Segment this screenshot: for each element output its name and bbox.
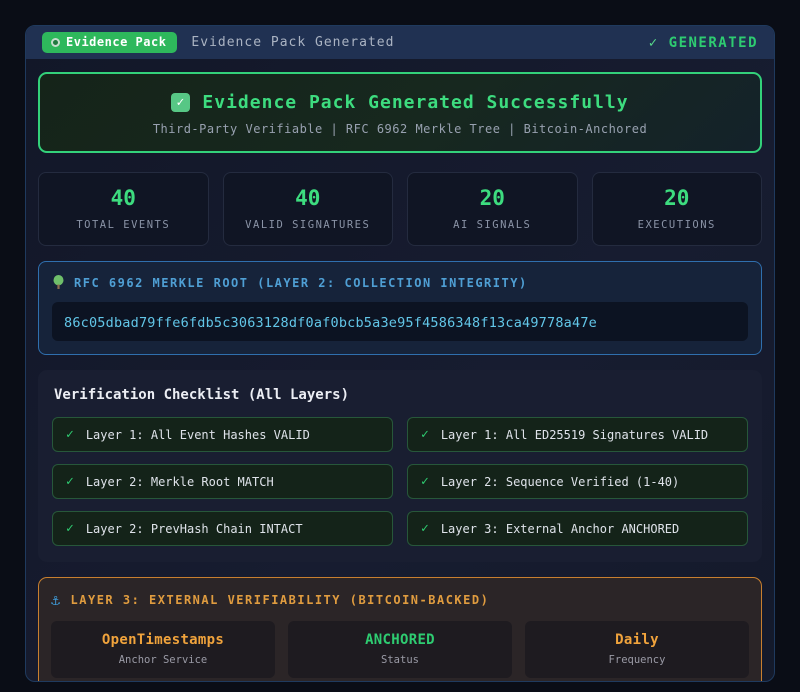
checklist-item-label: Layer 2: Sequence Verified (1-40) [441,475,679,489]
success-banner-title: ✓ Evidence Pack Generated Successfully [171,92,628,113]
success-title-text: Evidence Pack Generated Successfully [202,92,628,113]
success-banner: ✓ Evidence Pack Generated Successfully T… [38,72,762,153]
anchor-frequency-label: Frequency [531,654,743,666]
stat-label: AI SIGNALS [414,219,571,231]
evidence-pack-badge: Evidence Pack [42,32,177,53]
checkbox-check-icon: ✓ [171,93,190,112]
stat-value: 20 [414,186,571,210]
check-icon: ✓ [421,427,429,442]
check-icon: ✓ [421,474,429,489]
anchor-service-card: OpenTimestamps Anchor Service [51,621,275,678]
layer3-section: ⚓ LAYER 3: EXTERNAL VERIFIABILITY (BITCO… [38,577,762,682]
check-icon: ✓ [66,474,74,489]
stat-card-total-events: 40 TOTAL EVENTS [38,172,209,246]
anchor-service-value: OpenTimestamps [57,632,269,648]
anchor-status-value: ANCHORED [294,632,506,648]
stat-label: EXECUTIONS [599,219,756,231]
stat-label: VALID SIGNATURES [230,219,387,231]
stat-card-valid-signatures: 40 VALID SIGNATURES [223,172,394,246]
verification-checklist-section: Verification Checklist (All Layers) ✓ La… [38,370,762,562]
checklist-item: ✓ Layer 1: All Event Hashes VALID [52,417,393,452]
checklist-item-label: Layer 1: All Event Hashes VALID [86,428,310,442]
status-label: GENERATED [669,35,758,51]
anchor-icon: ⚓ [51,591,62,609]
merkle-section-title: RFC 6962 MERKLE ROOT (LAYER 2: COLLECTIO… [52,275,748,290]
checklist-grid: ✓ Layer 1: All Event Hashes VALID ✓ Laye… [52,417,748,546]
stat-card-ai-signals: 20 AI SIGNALS [407,172,578,246]
stats-row: 40 TOTAL EVENTS 40 VALID SIGNATURES 20 A… [38,172,762,246]
page-title: Evidence Pack Generated [191,35,394,50]
stat-card-executions: 20 EXECUTIONS [592,172,763,246]
stat-label: TOTAL EVENTS [45,219,202,231]
checklist-item: ✓ Layer 2: Merkle Root MATCH [52,464,393,499]
tree-icon [52,275,65,290]
checklist-item: ✓ Layer 2: PrevHash Chain INTACT [52,511,393,546]
stat-value: 20 [599,186,756,210]
merkle-title-text: RFC 6962 MERKLE ROOT (LAYER 2: COLLECTIO… [74,276,528,290]
success-banner-subtitle: Third-Party Verifiable | RFC 6962 Merkle… [50,122,750,136]
merkle-hash-box: 86c05dbad79ffe6fdb5c3063128df0af0bcb5a3e… [52,302,748,341]
anchor-service-label: Anchor Service [57,654,269,666]
anchor-frequency-card: Daily Frequency [525,621,749,678]
anchor-status-card: ANCHORED Status [288,621,512,678]
checklist-item-label: Layer 2: PrevHash Chain INTACT [86,522,303,536]
anchor-status-label: Status [294,654,506,666]
checklist-item-label: Layer 3: External Anchor ANCHORED [441,522,679,536]
shield-icon [51,38,60,47]
layer3-cards: OpenTimestamps Anchor Service ANCHORED S… [51,621,749,678]
checklist-item: ✓ Layer 1: All ED25519 Signatures VALID [407,417,748,452]
evidence-pack-panel: Evidence Pack Evidence Pack Generated ✓ … [25,25,775,682]
check-icon: ✓ [66,427,74,442]
layer3-title-text: LAYER 3: EXTERNAL VERIFIABILITY (BITCOIN… [71,593,490,607]
check-icon: ✓ [649,35,659,51]
anchor-frequency-value: Daily [531,632,743,648]
checklist-heading: Verification Checklist (All Layers) [54,387,748,403]
checklist-item: ✓ Layer 3: External Anchor ANCHORED [407,511,748,546]
checklist-item-label: Layer 2: Merkle Root MATCH [86,475,274,489]
checklist-item-label: Layer 1: All ED25519 Signatures VALID [441,428,708,442]
merkle-root-section: RFC 6962 MERKLE ROOT (LAYER 2: COLLECTIO… [38,261,762,355]
check-icon: ✓ [421,521,429,536]
checklist-item: ✓ Layer 2: Sequence Verified (1-40) [407,464,748,499]
evidence-pack-badge-label: Evidence Pack [66,35,166,49]
stat-value: 40 [45,186,202,210]
merkle-root-hash: 86c05dbad79ffe6fdb5c3063128df0af0bcb5a3e… [64,315,597,331]
layer3-section-title: ⚓ LAYER 3: EXTERNAL VERIFIABILITY (BITCO… [51,591,749,609]
header-bar: Evidence Pack Evidence Pack Generated ✓ … [26,26,774,59]
stat-value: 40 [230,186,387,210]
content-area: ✓ Evidence Pack Generated Successfully T… [26,59,774,682]
check-icon: ✓ [66,521,74,536]
status-badge: ✓ GENERATED [649,35,758,51]
